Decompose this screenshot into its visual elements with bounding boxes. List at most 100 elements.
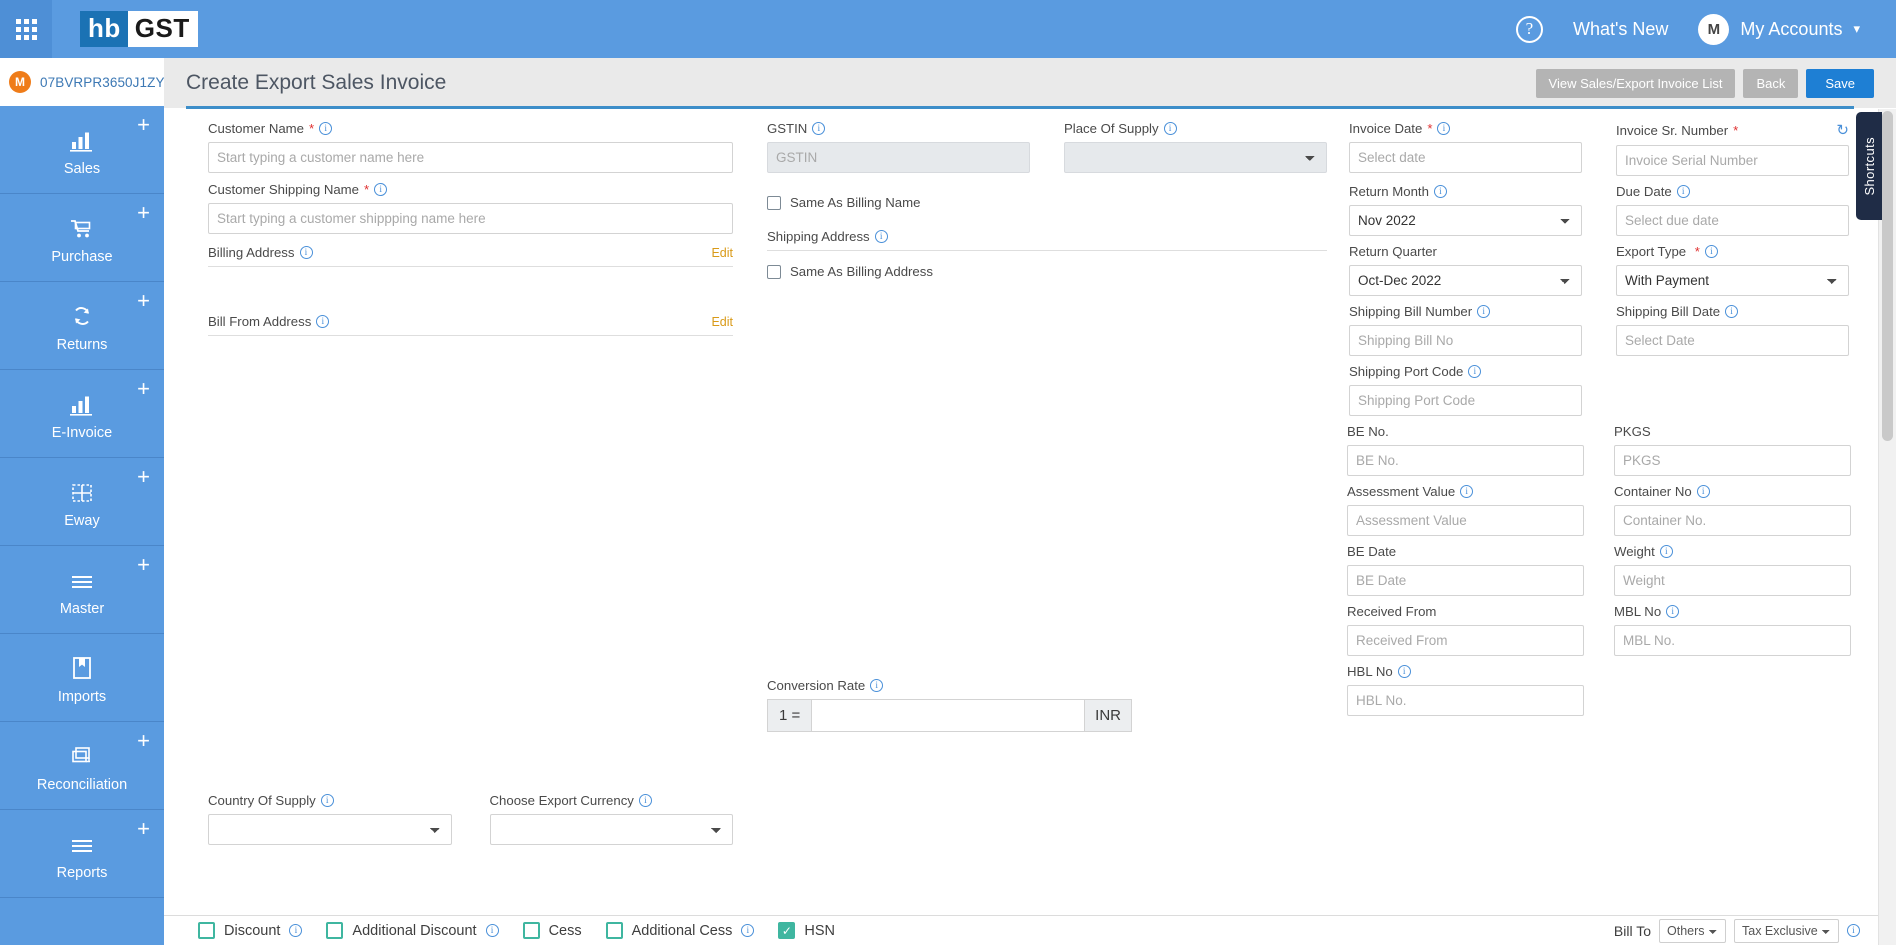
sidebar-item-sales[interactable]: + Sales — [0, 106, 164, 194]
hbl-no-input[interactable] — [1347, 685, 1584, 716]
info-icon[interactable]: i — [1725, 305, 1739, 318]
additional-discount-option[interactable]: Additional Discount i — [326, 922, 499, 939]
apps-menu-button[interactable] — [0, 0, 52, 58]
same-as-billing-name-row[interactable]: Same As Billing Name — [767, 195, 1327, 210]
cess-option[interactable]: Cess — [522, 922, 582, 939]
add-returns-button[interactable]: + — [137, 290, 150, 312]
info-icon[interactable]: i — [1163, 122, 1177, 135]
info-icon[interactable]: i — [319, 122, 333, 135]
info-icon[interactable]: i — [1847, 924, 1860, 937]
container-no-input[interactable] — [1614, 505, 1851, 536]
info-icon[interactable]: i — [1468, 365, 1482, 378]
add-sales-button[interactable]: + — [137, 114, 150, 136]
shipping-bill-number-input[interactable] — [1349, 325, 1582, 356]
sidebar-item-imports[interactable]: Imports — [0, 634, 164, 722]
discount-checkbox[interactable] — [198, 922, 215, 939]
sidebar-gstin-chip[interactable]: M 07BVRPR3650J1ZY — [0, 58, 164, 106]
app-logo[interactable]: hb GST — [80, 11, 198, 47]
info-icon[interactable]: i — [1477, 305, 1491, 318]
received-from-input[interactable] — [1347, 625, 1584, 656]
vertical-scrollbar[interactable] — [1878, 109, 1896, 945]
sidebar-item-reconciliation[interactable]: + Reconciliation — [0, 722, 164, 810]
pkgs-input[interactable] — [1614, 445, 1851, 476]
conversion-rate-input[interactable] — [811, 699, 1086, 732]
export-currency-select[interactable] — [489, 814, 733, 845]
help-question-icon[interactable]: ? — [1515, 15, 1543, 43]
invoice-date-input[interactable] — [1349, 142, 1582, 173]
sidebar-item-purchase[interactable]: + Purchase — [0, 194, 164, 282]
sidebar-item-einvoice[interactable]: + E-Invoice — [0, 370, 164, 458]
received-from-field: Received From — [1347, 604, 1584, 656]
view-invoice-list-button[interactable]: View Sales/Export Invoice List — [1535, 68, 1736, 98]
cess-checkbox[interactable] — [522, 922, 540, 939]
shortcuts-tab[interactable]: Shortcuts — [1856, 112, 1882, 220]
additional-cess-checkbox[interactable] — [605, 922, 623, 939]
customer-shipping-name-input[interactable] — [208, 203, 733, 234]
tax-mode-select[interactable]: Tax Exclusive — [1734, 918, 1839, 943]
due-date-input[interactable] — [1616, 205, 1849, 236]
edit-bill-from-address-link[interactable]: Edit — [711, 315, 733, 329]
sidebar-item-returns[interactable]: + Returns — [0, 282, 164, 370]
return-quarter-select[interactable]: Oct-Dec 2022 — [1349, 265, 1582, 296]
additional-discount-checkbox[interactable] — [326, 922, 344, 939]
sidebar-item-reports[interactable]: + Reports — [0, 810, 164, 898]
bill-to-select[interactable]: Others — [1659, 918, 1726, 943]
country-of-supply-select[interactable] — [208, 814, 452, 845]
place-of-supply-select[interactable] — [1064, 142, 1327, 173]
sidebar-item-eway[interactable]: + Eway — [0, 458, 164, 546]
hsn-checkbox[interactable] — [778, 922, 796, 939]
assessment-value-input[interactable] — [1347, 505, 1584, 536]
customer-name-input[interactable] — [208, 142, 733, 173]
my-accounts-menu[interactable]: M My Accounts ▾ — [1698, 13, 1860, 45]
be-date-input[interactable] — [1347, 565, 1584, 596]
info-icon[interactable]: i — [1666, 605, 1680, 618]
info-icon[interactable]: i — [874, 230, 888, 243]
same-as-billing-name-checkbox[interactable] — [767, 195, 781, 210]
save-button[interactable]: Save — [1806, 68, 1874, 98]
whats-new-link[interactable]: What's New — [1573, 19, 1668, 40]
add-reconciliation-button[interactable]: + — [137, 730, 150, 752]
info-icon[interactable]: i — [1460, 485, 1474, 498]
info-icon[interactable]: i — [1433, 185, 1447, 198]
be-no-input[interactable] — [1347, 445, 1584, 476]
info-icon[interactable]: i — [299, 246, 313, 259]
info-icon[interactable]: i — [1676, 185, 1690, 198]
info-icon[interactable]: i — [638, 794, 652, 807]
gstin-input[interactable] — [767, 142, 1030, 173]
info-icon[interactable]: i — [741, 924, 755, 937]
add-eway-button[interactable]: + — [137, 466, 150, 488]
invoice-sr-number-input[interactable] — [1616, 145, 1849, 176]
edit-billing-address-link[interactable]: Edit — [711, 246, 733, 260]
info-icon[interactable]: i — [1437, 122, 1451, 135]
return-month-select[interactable]: Nov 2022 — [1349, 205, 1582, 236]
info-icon[interactable]: i — [1659, 545, 1673, 558]
add-reports-button[interactable]: + — [137, 818, 150, 840]
scrollbar-thumb[interactable] — [1882, 111, 1893, 441]
add-purchase-button[interactable]: + — [137, 202, 150, 224]
info-icon[interactable]: i — [316, 315, 330, 328]
additional-cess-option[interactable]: Additional Cess i — [605, 922, 755, 939]
same-as-billing-address-checkbox[interactable] — [767, 264, 781, 279]
sidebar-item-master[interactable]: + Master — [0, 546, 164, 634]
shipping-port-code-input[interactable] — [1349, 385, 1582, 416]
shipping-bill-date-input[interactable] — [1616, 325, 1849, 356]
mbl-no-input[interactable] — [1614, 625, 1851, 656]
info-icon[interactable]: i — [870, 679, 884, 692]
info-icon[interactable]: i — [374, 183, 388, 196]
add-master-button[interactable]: + — [137, 554, 150, 576]
same-as-billing-address-row[interactable]: Same As Billing Address — [767, 264, 1327, 279]
weight-input[interactable] — [1614, 565, 1851, 596]
export-type-select[interactable]: With Payment — [1616, 265, 1849, 296]
info-icon[interactable]: i — [485, 924, 499, 937]
back-button[interactable]: Back — [1743, 68, 1799, 98]
info-icon[interactable]: i — [289, 924, 303, 937]
info-icon[interactable]: i — [320, 794, 334, 807]
add-einvoice-button[interactable]: + — [137, 378, 150, 400]
info-icon[interactable]: i — [1696, 485, 1710, 498]
refresh-icon[interactable]: ↻ — [1836, 121, 1849, 139]
discount-option[interactable]: Discount i — [198, 922, 303, 939]
hsn-option[interactable]: HSN — [778, 922, 835, 939]
info-icon[interactable]: i — [1704, 245, 1718, 258]
info-icon[interactable]: i — [1397, 665, 1411, 678]
info-icon[interactable]: i — [812, 122, 826, 135]
